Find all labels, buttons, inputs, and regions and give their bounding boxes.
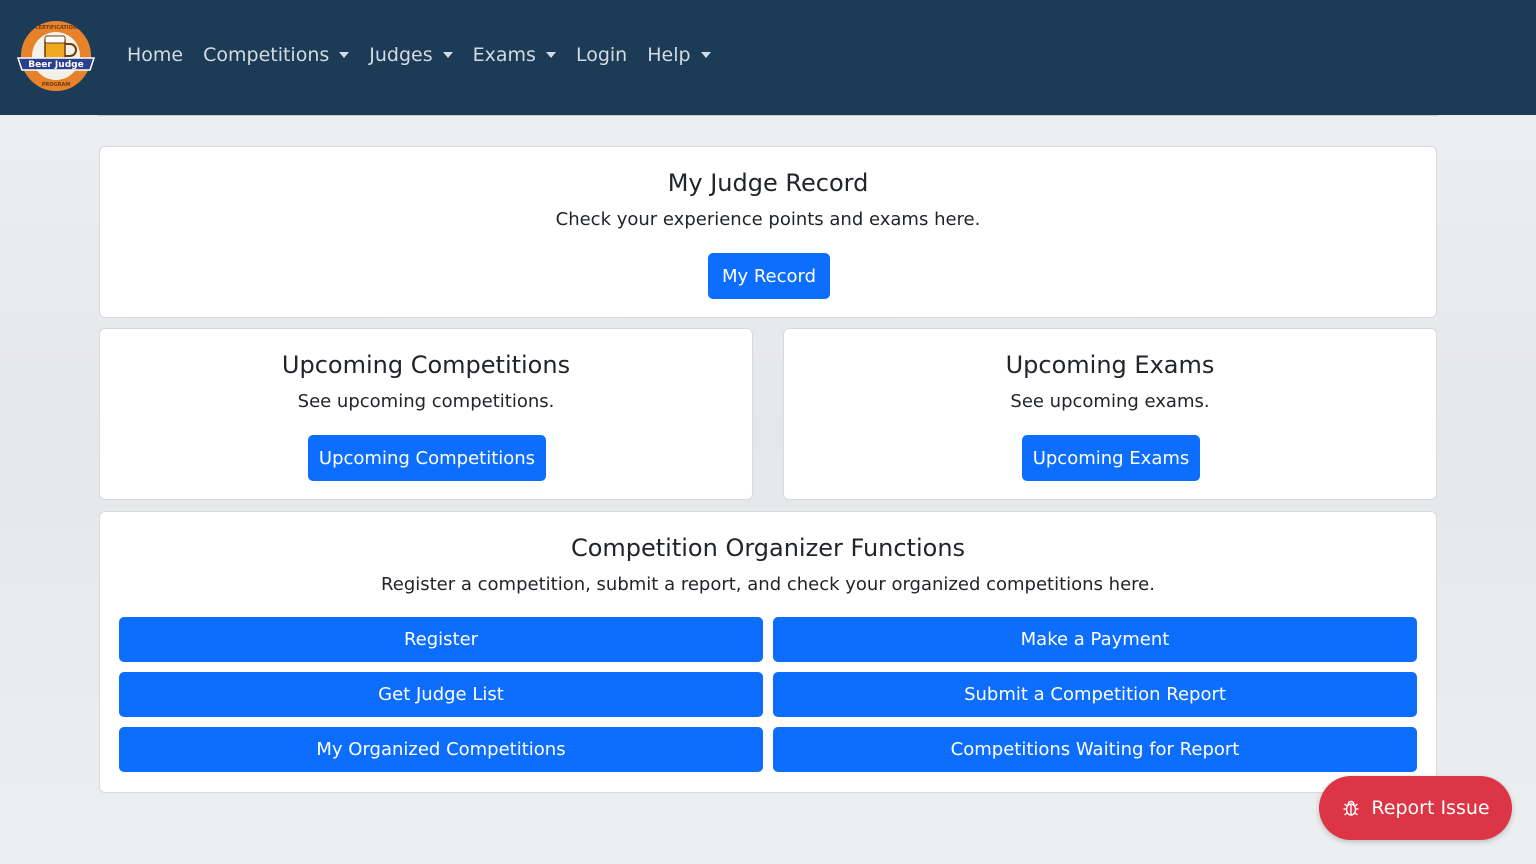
my-record-button[interactable]: My Record xyxy=(708,253,830,299)
bug-icon xyxy=(1343,800,1359,816)
judge-record-card: My Judge Record Check your experience po… xyxy=(99,146,1437,318)
nav-competitions[interactable]: Competitions xyxy=(203,44,350,66)
nav-help[interactable]: Help xyxy=(647,44,711,66)
logo-banner-text: Beer Judge xyxy=(28,60,83,70)
organizer-functions-card: Competition Organizer Functions Register… xyxy=(99,511,1437,793)
navbar: Beer Judge CERTIFICATION PROGRAM Home Co… xyxy=(0,0,1536,115)
logo-top-text: CERTIFICATION xyxy=(35,25,77,31)
upcoming-exams-text: See upcoming exams. xyxy=(1010,391,1210,412)
upcoming-competitions-title: Upcoming Competitions xyxy=(281,351,571,379)
get-judge-list-button[interactable]: Get Judge List xyxy=(119,672,763,717)
nav-home-label: Home xyxy=(127,44,184,66)
divider xyxy=(98,115,1438,116)
nav-home[interactable]: Home xyxy=(127,44,183,66)
upcoming-competitions-card: Upcoming Competitions See upcoming compe… xyxy=(99,328,753,500)
nav-judges-label: Judges xyxy=(369,44,433,66)
nav-competitions-label: Competitions xyxy=(203,44,330,66)
logo-bottom-text: PROGRAM xyxy=(42,82,71,88)
nav-exams[interactable]: Exams xyxy=(473,44,556,66)
competitions-waiting-report-button[interactable]: Competitions Waiting for Report xyxy=(773,727,1417,772)
upcoming-exams-card: Upcoming Exams See upcoming exams. Upcom… xyxy=(783,328,1437,500)
organizer-button-grid: Register Make a Payment Get Judge List S… xyxy=(119,617,1417,772)
caret-down-icon xyxy=(700,52,711,58)
nav-menu: Home Competitions Judges Exams Login Hel… xyxy=(127,44,731,66)
judge-record-title: My Judge Record xyxy=(667,169,869,197)
nav-login-label: Login xyxy=(575,44,628,66)
upcoming-exams-button[interactable]: Upcoming Exams xyxy=(1022,435,1200,481)
caret-down-icon xyxy=(442,52,453,58)
my-organized-competitions-button[interactable]: My Organized Competitions xyxy=(119,727,763,772)
make-payment-button[interactable]: Make a Payment xyxy=(773,617,1417,662)
report-issue-label: Report Issue xyxy=(1371,797,1490,819)
upcoming-competitions-text: See upcoming competitions. xyxy=(297,391,555,412)
judge-record-text: Check your experience points and exams h… xyxy=(555,209,981,230)
upcoming-exams-title: Upcoming Exams xyxy=(1005,351,1215,379)
nav-login[interactable]: Login xyxy=(576,44,627,66)
bjcp-logo-icon[interactable]: Beer Judge CERTIFICATION PROGRAM xyxy=(16,18,96,98)
organizer-functions-title: Competition Organizer Functions xyxy=(570,534,966,562)
nav-help-label: Help xyxy=(647,44,691,66)
nav-exams-label: Exams xyxy=(472,44,536,66)
register-button[interactable]: Register xyxy=(119,617,763,662)
submit-report-button[interactable]: Submit a Competition Report xyxy=(773,672,1417,717)
report-issue-button[interactable]: Report Issue xyxy=(1319,776,1512,840)
upcoming-competitions-button[interactable]: Upcoming Competitions xyxy=(308,435,546,481)
nav-judges[interactable]: Judges xyxy=(369,44,453,66)
organizer-functions-text: Register a competition, submit a report,… xyxy=(381,574,1155,595)
caret-down-icon xyxy=(545,52,556,58)
caret-down-icon xyxy=(339,52,350,58)
